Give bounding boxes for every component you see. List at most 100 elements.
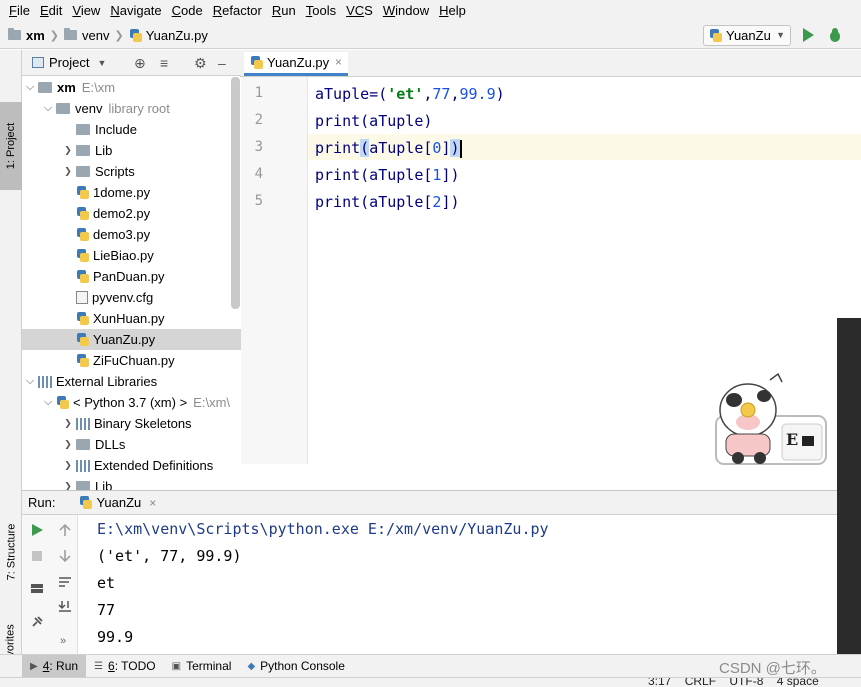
tree-item-hint: E:\xm\ xyxy=(193,395,231,410)
menu-item-mnemonic: N xyxy=(110,3,120,18)
breadcrumb-folder[interactable]: venv xyxy=(82,28,109,43)
run-icon: ▶ xyxy=(30,660,38,672)
tool-tab-project[interactable]: 1: Project xyxy=(0,102,22,190)
editor-tab-yuanzu[interactable]: YuanZu.py × xyxy=(244,52,348,76)
stop-icon[interactable] xyxy=(30,549,44,563)
code-token: ]) xyxy=(441,193,460,211)
tree-item[interactable]: demo3.py xyxy=(22,224,241,245)
tree-item[interactable]: XunHuan.py xyxy=(22,308,241,329)
bottom-tab-run[interactable]: ▶ 4: Run xyxy=(22,654,87,678)
chevron-down-icon[interactable]: ⌵ xyxy=(24,375,36,388)
tree-item[interactable]: ⌵ xm E:\xm xyxy=(22,77,241,98)
breadcrumb-project[interactable]: xm xyxy=(26,28,45,43)
chevron-right-icon[interactable]: ❯ xyxy=(62,460,74,471)
line-number: 2 xyxy=(254,112,263,128)
scroll-down-icon[interactable] xyxy=(58,549,72,563)
python-file-icon xyxy=(76,354,89,367)
tree-item[interactable]: ⌵ < Python 3.7 (xm) > E:\xm\ xyxy=(22,392,241,413)
close-icon[interactable]: × xyxy=(149,496,156,510)
caret-position[interactable]: 3:17 xyxy=(648,678,671,687)
soft-wrap-icon[interactable] xyxy=(58,575,72,589)
bug-icon-body xyxy=(830,31,840,42)
todo-icon: ☰ xyxy=(94,660,104,672)
chevron-down-icon[interactable]: ▼ xyxy=(97,58,106,68)
tree-item[interactable]: ❯ DLLs xyxy=(22,434,241,455)
run-console-output[interactable]: E:\xm\venv\Scripts\python.exe E:/xm/venv… xyxy=(78,515,837,654)
tree-item[interactable]: 1dome.py xyxy=(22,182,241,203)
line-separator[interactable]: CRLF xyxy=(685,678,716,687)
tree-item[interactable]: pyvenv.cfg xyxy=(22,287,241,308)
chevron-right-icon[interactable]: ❯ xyxy=(62,145,74,156)
indent-setting[interactable]: 4 space xyxy=(777,678,819,687)
menu-item-refactor[interactable]: Refactor xyxy=(208,0,267,22)
chevron-down-icon[interactable]: ⌵ xyxy=(24,81,36,94)
tree-item[interactable]: PanDuan.py xyxy=(22,266,241,287)
chevron-right-icon[interactable]: ❯ xyxy=(62,481,74,490)
chevron-right-icon[interactable]: ❯ xyxy=(62,439,74,450)
project-view-select[interactable]: Project xyxy=(49,55,89,70)
tree-item[interactable]: ⌵ venv library root xyxy=(22,98,241,119)
project-scrollbar[interactable] xyxy=(231,77,240,309)
code-token: print(aTuple) xyxy=(315,112,433,130)
project-view-icon xyxy=(32,57,44,68)
hide-panel-icon[interactable]: – xyxy=(218,55,226,71)
menu-item-label: elp xyxy=(448,3,466,18)
bottom-tab-todo[interactable]: ☰ 6: TODO xyxy=(86,655,164,678)
run-configuration-select[interactable]: YuanZu ▼ xyxy=(703,25,791,46)
folder-icon xyxy=(38,82,52,93)
menu-item-help[interactable]: Help xyxy=(434,0,471,22)
locate-file-icon[interactable]: ⊕ xyxy=(134,55,146,72)
rerun-icon[interactable] xyxy=(30,523,44,537)
run-tab-yuanzu[interactable]: YuanZu × xyxy=(73,490,162,515)
console-output-line: 99.9 xyxy=(97,628,134,646)
menu-item-label: ools xyxy=(312,3,337,18)
tool-tab-structure[interactable]: 7: Structure xyxy=(0,512,22,592)
tree-item[interactable]: Include xyxy=(22,119,241,140)
menu-item-run[interactable]: Run xyxy=(267,0,301,22)
tree-item[interactable]: ⌵ External Libraries xyxy=(22,371,241,392)
tree-item[interactable]: LieBiao.py xyxy=(22,245,241,266)
bottom-tab-terminal[interactable]: ▣ Terminal xyxy=(164,655,240,678)
breadcrumb-file[interactable]: YuanZu.py xyxy=(146,28,208,43)
chevron-down-icon[interactable]: ⌵ xyxy=(42,396,54,409)
tree-item[interactable]: ❯ Scripts xyxy=(22,161,241,182)
gear-icon[interactable]: ⚙ xyxy=(194,55,207,72)
chevron-down-icon[interactable]: ⌵ xyxy=(42,102,54,115)
pin-icon[interactable] xyxy=(30,615,44,629)
chevron-right-icon[interactable]: ❯ xyxy=(62,418,74,429)
tree-item[interactable]: ❯ Lib xyxy=(22,476,241,490)
debug-button[interactable] xyxy=(828,27,842,43)
chevron-down-icon: ▼ xyxy=(776,30,785,40)
tree-item[interactable]: ❯ Extended Definitions xyxy=(22,455,241,476)
menu-item-tools[interactable]: Tools xyxy=(301,0,341,22)
close-icon[interactable]: × xyxy=(335,55,342,69)
console-output-line: ('et', 77, 99.9) xyxy=(97,547,242,565)
tree-item[interactable]: ❯ Lib xyxy=(22,140,241,161)
more-icon[interactable]: » xyxy=(60,635,66,647)
menu-item-code[interactable]: Code xyxy=(167,0,208,22)
menu-item-file[interactable]: File xyxy=(4,0,35,22)
menu-item-navigate[interactable]: Navigate xyxy=(105,0,166,22)
tree-item[interactable]: demo2.py xyxy=(22,203,241,224)
menu-item-vcs[interactable]: VCS xyxy=(341,0,378,22)
tree-item-label: Scripts xyxy=(95,164,135,179)
chevron-right-icon[interactable]: ❯ xyxy=(62,166,74,177)
menu-item-edit[interactable]: Edit xyxy=(35,0,67,22)
menu-item-view[interactable]: View xyxy=(67,0,105,22)
run-button[interactable] xyxy=(803,28,814,42)
run-window-label: Run: xyxy=(28,495,56,510)
code-token: ]) xyxy=(441,166,460,184)
tree-item[interactable]: YuanZu.py xyxy=(22,329,241,350)
file-encoding[interactable]: UTF-8 xyxy=(729,678,763,687)
text-caret xyxy=(459,139,462,158)
python-file-icon xyxy=(76,333,89,346)
scroll-up-icon[interactable] xyxy=(58,523,72,537)
layout-icon[interactable] xyxy=(30,581,44,595)
menu-item-window[interactable]: Window xyxy=(378,0,434,22)
collapse-all-icon[interactable]: ≡ xyxy=(160,55,168,71)
scroll-to-end-icon[interactable] xyxy=(58,599,72,613)
tree-item[interactable]: ZiFuChuan.py xyxy=(22,350,241,371)
tree-item[interactable]: ❯ Binary Skeletons xyxy=(22,413,241,434)
bottom-tab-pythonconsole[interactable]: ◆ Python Console xyxy=(239,655,352,678)
csdn-watermark: CSDN @七环。 xyxy=(719,660,826,677)
